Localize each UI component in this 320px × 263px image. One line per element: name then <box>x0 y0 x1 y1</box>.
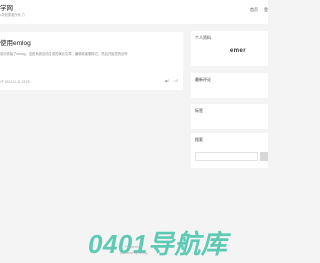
search-input[interactable] <box>195 152 258 161</box>
post-counts: ◉0 ▭0 <box>165 79 178 83</box>
search-button[interactable] <box>260 152 268 161</box>
widget-title-search: 搜索 <box>195 137 203 142</box>
post-card: 使用emlog 成功安装了emlog，这是系统自动生成的演示文章。编辑或者删除它… <box>0 32 183 90</box>
footer-line-2[interactable]: powered by emlog <box>0 251 268 255</box>
post-excerpt: 成功安装了emlog，这是系统自动生成的演示文章。编辑或者删除它，然后开始您的创… <box>0 52 128 56</box>
widget-title-tags: 标签 <box>195 108 203 113</box>
nav-item-home[interactable]: 首页 <box>250 7 258 13</box>
comments-value: 0 <box>176 79 178 83</box>
post-title[interactable]: 使用emlog <box>0 37 31 47</box>
widget-title-comments: 最新评论 <box>195 77 211 82</box>
post-meta: i于 2024-11-11 13:25 <box>0 80 30 84</box>
comments-count[interactable]: ▭0 <box>173 79 178 83</box>
watermark-logo: 0401导航库 <box>88 229 228 259</box>
views-count: ◉0 <box>165 79 170 83</box>
site-subtitle: c导航要者所有 力 <box>0 13 25 17</box>
widget-tags: 标签 <box>191 104 268 129</box>
widget-title-profile: 个人资料 <box>195 35 211 40</box>
nav-item-login[interactable]: 登 <box>264 7 268 13</box>
footer-line-1: Powered by <box>125 245 143 249</box>
top-nav: 首页 登 <box>250 7 268 13</box>
widget-comments: 最新评论 <box>191 73 268 98</box>
site-header: 学网 c导航要者所有 力 首页 登 <box>0 0 268 24</box>
profile-name: emer <box>230 48 246 54</box>
views-value: 0 <box>167 79 170 83</box>
widget-profile: 个人资料 emer <box>191 31 268 66</box>
widget-search: 搜索 <box>191 133 268 168</box>
site-title[interactable]: 学网 <box>0 2 13 12</box>
